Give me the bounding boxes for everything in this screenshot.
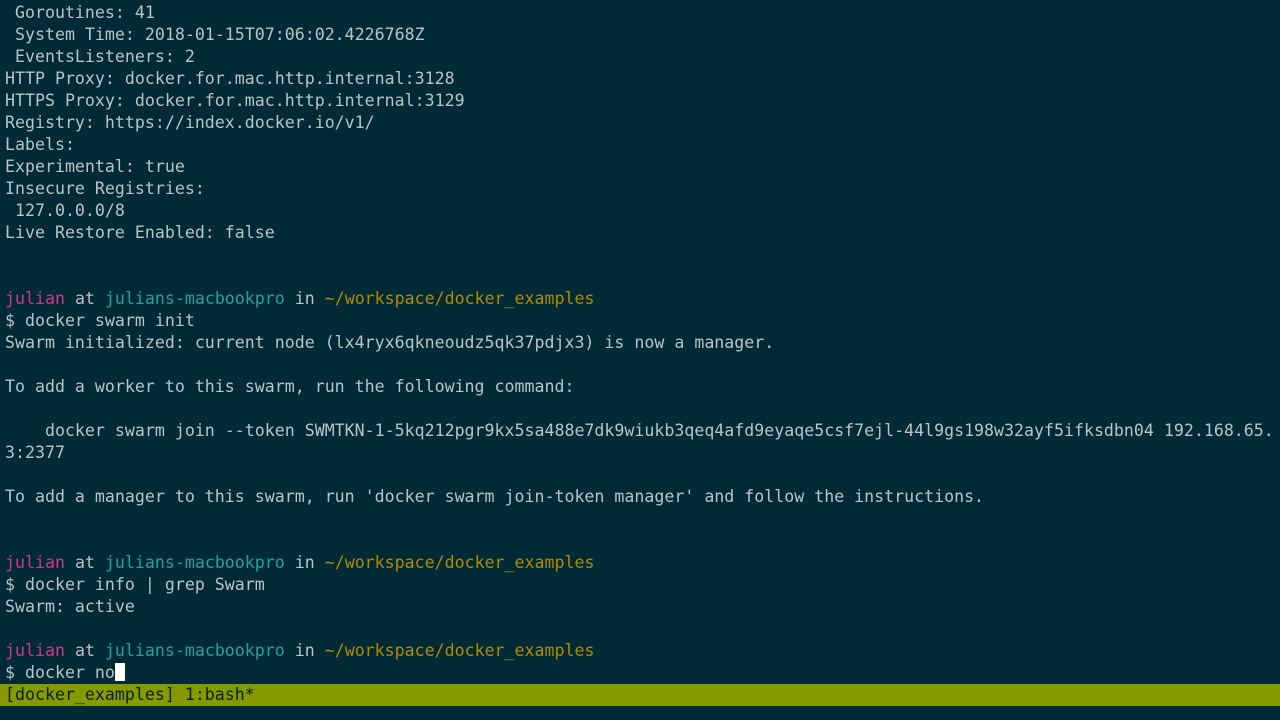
output-line: Labels: — [5, 135, 75, 154]
command-input[interactable]: docker no — [25, 663, 115, 682]
prompt-line: julian at julians-macbookpro in ~/worksp… — [5, 288, 1277, 310]
prompt-line: julian at julians-macbookpro in ~/worksp… — [5, 640, 1277, 662]
prompt-path: ~/workspace/docker_examples — [324, 553, 595, 572]
prompt-at: at — [64, 641, 105, 660]
output-line: Live Restore Enabled: false — [5, 223, 275, 242]
terminal-output: Goroutines: 41 System Time: 2018-01-15T0… — [5, 2, 1277, 684]
terminal-window[interactable]: Goroutines: 41 System Time: 2018-01-15T0… — [0, 0, 1280, 684]
command-input-line[interactable]: $ docker no — [5, 662, 1277, 684]
prompt-host: julians-macbookpro — [104, 553, 285, 572]
tmux-status-bar: [docker_examples] 1:bash* — [0, 684, 1280, 706]
output-line: System Time: 2018-01-15T07:06:02.4226768… — [5, 25, 425, 44]
output-line: Goroutines: 41 — [5, 3, 155, 22]
prompt-line: julian at julians-macbookpro in ~/worksp… — [5, 552, 1277, 574]
output-line: Swarm: active — [5, 597, 135, 616]
output-line: To add a worker to this swarm, run the f… — [5, 377, 575, 396]
prompt-user: julian — [5, 641, 65, 660]
output-line: Insecure Registries: — [5, 179, 205, 198]
prompt-user: julian — [5, 289, 65, 308]
prompt-user: julian — [5, 553, 65, 572]
bottom-margin — [0, 706, 1280, 720]
prompt-at: at — [64, 289, 105, 308]
text-cursor — [114, 663, 125, 681]
command-line: $ docker info | grep Swarm — [5, 574, 1277, 596]
prompt-path: ~/workspace/docker_examples — [324, 641, 595, 660]
command-text: docker info | grep Swarm — [24, 575, 265, 594]
output-line: HTTP Proxy: docker.for.mac.http.internal… — [5, 69, 455, 88]
prompt-in: in — [284, 289, 325, 308]
output-line: 127.0.0.0/8 — [5, 201, 125, 220]
prompt-in: in — [284, 553, 325, 572]
prompt-path: ~/workspace/docker_examples — [324, 289, 595, 308]
output-line: 3:2377 — [5, 443, 65, 462]
output-line: HTTPS Proxy: docker.for.mac.http.interna… — [5, 91, 465, 110]
tmux-window-label[interactable]: [docker_examples] 1:bash* — [5, 685, 255, 704]
prompt-symbol: $ — [5, 663, 25, 682]
command-text: docker swarm init — [24, 311, 195, 330]
output-line: Registry: https://index.docker.io/v1/ — [5, 113, 375, 132]
output-line: EventsListeners: 2 — [5, 47, 195, 66]
command-line: $ docker swarm init — [5, 310, 1277, 332]
prompt-in: in — [284, 641, 325, 660]
output-line: To add a manager to this swarm, run 'doc… — [5, 487, 985, 506]
prompt-host: julians-macbookpro — [104, 641, 285, 660]
prompt-symbol: $ — [5, 575, 25, 594]
prompt-host: julians-macbookpro — [104, 289, 285, 308]
prompt-symbol: $ — [5, 311, 25, 330]
prompt-at: at — [64, 553, 105, 572]
output-line: Experimental: true — [5, 157, 185, 176]
output-line: Swarm initialized: current node (lx4ryx6… — [5, 333, 775, 352]
output-line: docker swarm join --token SWMTKN-1-5kq21… — [5, 421, 1274, 440]
